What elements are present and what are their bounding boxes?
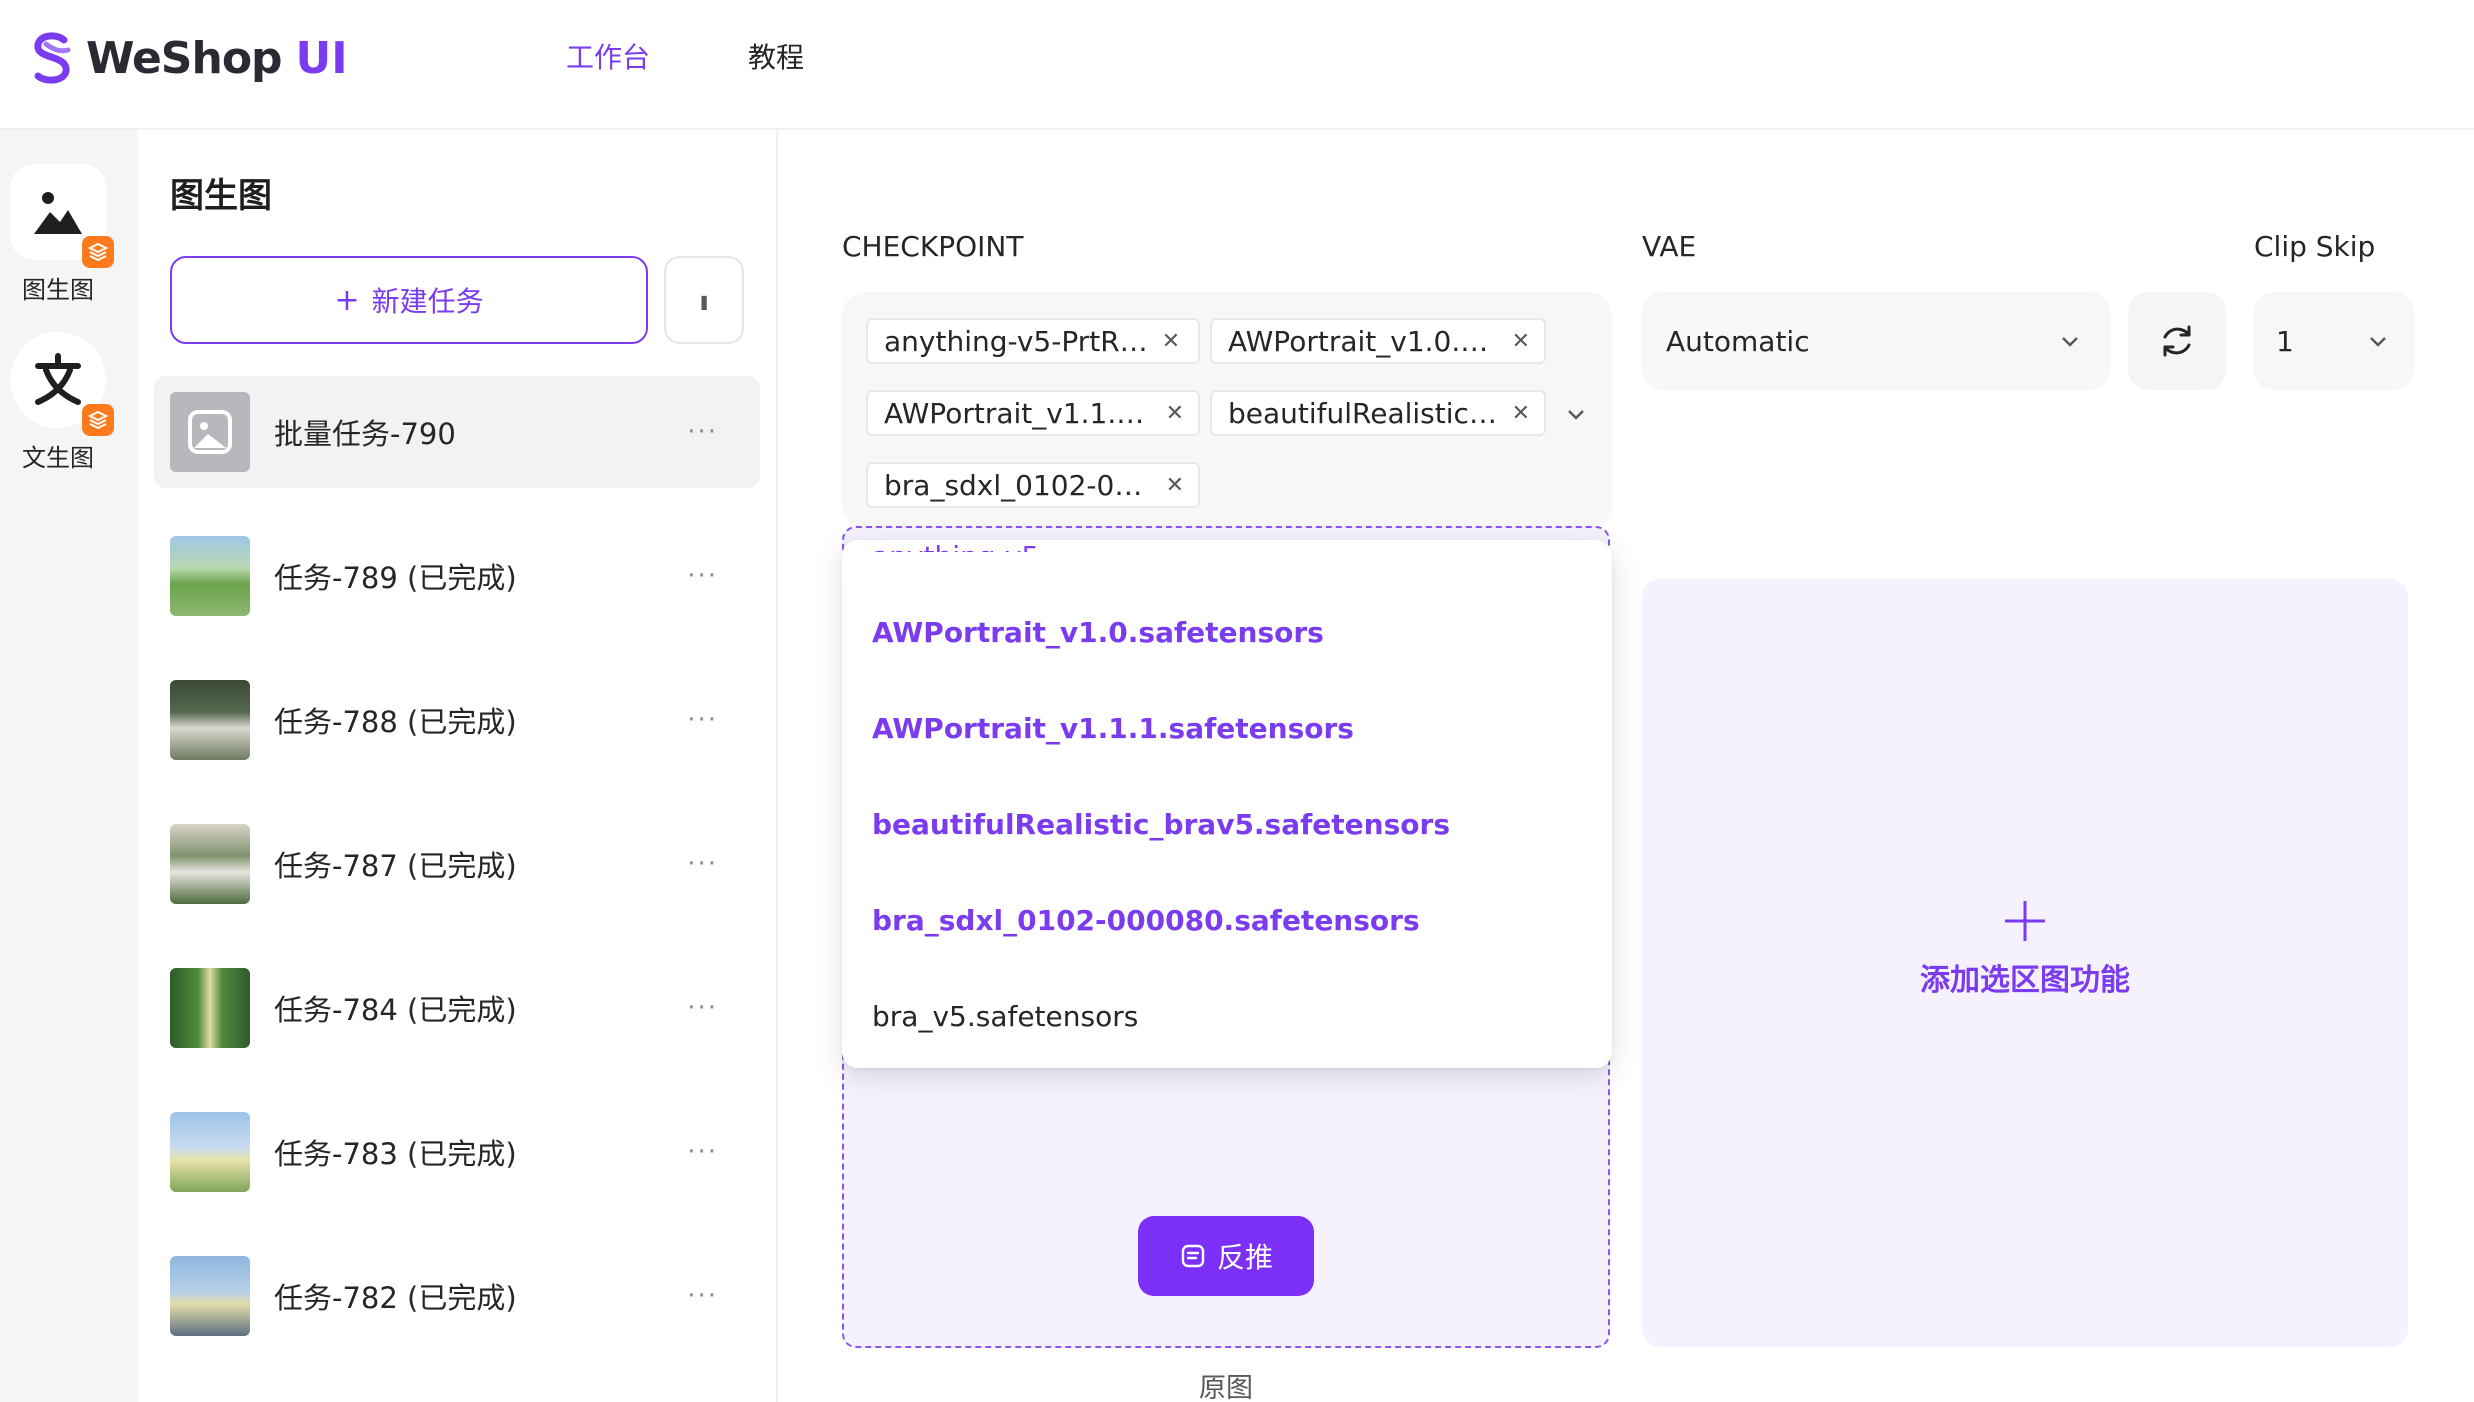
- chevron-down-icon[interactable]: [1564, 402, 1588, 426]
- text-icon: [35, 353, 81, 405]
- main-area: CHECKPOINT VAE Clip Skip anything-v5-Prt…: [780, 130, 2474, 1402]
- document-icon: [1181, 1244, 1205, 1268]
- task-row[interactable]: 任务-784 (已完成) ···: [154, 952, 760, 1064]
- tag-remove-icon[interactable]: ✕: [1512, 401, 1530, 426]
- task-thumbnail: [170, 536, 250, 616]
- plus-icon: [2005, 901, 2045, 941]
- dropdown-option[interactable]: AWPortrait_v1.1.1.safetensors: [872, 680, 1354, 776]
- checkpoint-tag: beautifulRealistic_… ✕: [1210, 390, 1546, 436]
- rail-icon-box: [10, 164, 114, 268]
- task-thumbnail: [170, 1256, 250, 1336]
- task-thumbnail-placeholder-icon: [170, 392, 250, 472]
- chevron-down-icon: [2370, 337, 2386, 347]
- tag-label: bra_sdxl_0102-00…: [884, 468, 1152, 502]
- vertical-dots-icon: ···: [687, 293, 721, 307]
- rail-label-img2img: 图生图: [22, 276, 94, 304]
- brand-suffix: UI: [295, 32, 348, 84]
- task-name: 任务-784 (已完成): [274, 993, 517, 1027]
- checkpoint-tag: AWPortrait_v1.0.sa… ✕: [1210, 318, 1546, 364]
- vae-label: VAE: [1642, 230, 1697, 263]
- tag-remove-icon[interactable]: ✕: [1162, 329, 1180, 354]
- original-image-caption: 原图: [1199, 1373, 1253, 1402]
- task-row[interactable]: 批量任务-790 ···: [154, 376, 760, 488]
- tag-remove-icon[interactable]: ✕: [1166, 401, 1184, 426]
- badge-icon: [82, 404, 114, 436]
- tag-label: AWPortrait_v1.1.1.s…: [884, 396, 1152, 430]
- checkpoint-select[interactable]: anything-v5-PrtR… ✕ AWPortrait_v1.0.sa… …: [842, 292, 1612, 528]
- vae-value: Automatic: [1666, 324, 1810, 358]
- new-task-button[interactable]: + 新建任务: [170, 256, 648, 344]
- badge-icon: [82, 236, 114, 268]
- task-name: 任务-787 (已完成): [274, 849, 517, 883]
- dropdown-option[interactable]: AWPortrait_v1.0.safetensors: [872, 584, 1324, 680]
- left-rail: 图生图 文生图: [0, 130, 138, 1402]
- image-icon: [34, 192, 82, 234]
- dropdown-option[interactable]: bra_sdxl_0102-000080.safetensors: [872, 872, 1420, 968]
- tag-remove-icon[interactable]: ✕: [1166, 473, 1184, 498]
- task-thumbnail: [170, 1112, 250, 1192]
- rail-item-txt2img[interactable]: 文生图: [10, 332, 114, 473]
- checkpoint-tag: AWPortrait_v1.1.1.s… ✕: [866, 390, 1200, 436]
- rail-label-txt2img: 文生图: [22, 444, 94, 472]
- weshop-logo-icon: [34, 32, 71, 84]
- rail-icon-box: [10, 332, 114, 436]
- rail-item-img2img[interactable]: 图生图: [10, 164, 114, 305]
- task-more-icon[interactable]: ···: [687, 993, 718, 1023]
- task-row[interactable]: 任务-787 (已完成) ···: [154, 808, 760, 920]
- tag-label: anything-v5-PrtR…: [884, 324, 1148, 358]
- new-task-label: 新建任务: [371, 285, 484, 318]
- dropdown-option[interactable]: beautifulRealistic_brav5.safetensors: [872, 776, 1450, 872]
- checkpoint-dropdown-menu: anything-v5 AWPortrait_v1.0.safetensors …: [842, 540, 1612, 1068]
- clip-skip-label: Clip Skip: [2254, 230, 2376, 263]
- checkpoint-tag: anything-v5-PrtR… ✕: [866, 318, 1200, 364]
- task-more-icon[interactable]: ···: [687, 1281, 718, 1311]
- dropdown-option[interactable]: bra_v5.safetensors: [872, 968, 1138, 1064]
- task-row[interactable]: 任务-788 (已完成) ···: [154, 664, 760, 776]
- nav-tutorial[interactable]: 教程: [748, 0, 804, 112]
- refresh-button[interactable]: [2128, 292, 2226, 390]
- task-name: 任务-782 (已完成): [274, 1281, 517, 1315]
- invert-label: 反推: [1216, 1241, 1273, 1274]
- brand-logo[interactable]: WeShop UI: [24, 28, 348, 88]
- panel-title: 图生图: [170, 176, 272, 216]
- task-row[interactable]: 任务-789 (已完成) ···: [154, 520, 760, 632]
- clip-skip-select[interactable]: 1: [2254, 292, 2414, 390]
- clip-skip-value: 1: [2276, 324, 2294, 358]
- task-more-icon[interactable]: ···: [687, 561, 718, 591]
- top-bar: WeShop UI 工作台 教程: [0, 0, 2474, 130]
- task-name: 批量任务-790: [274, 417, 456, 451]
- dropdown-scrolled-item[interactable]: anything-v5: [872, 540, 1039, 552]
- task-name: 任务-783 (已完成): [274, 1137, 517, 1171]
- checkpoint-tag: bra_sdxl_0102-00… ✕: [866, 462, 1200, 508]
- chevron-down-icon: [2062, 337, 2078, 347]
- tag-label: AWPortrait_v1.0.sa…: [1228, 324, 1498, 358]
- task-name: 任务-788 (已完成): [274, 705, 517, 739]
- checkpoint-label: CHECKPOINT: [842, 230, 1024, 263]
- task-more-icon[interactable]: ···: [687, 1137, 718, 1167]
- tag-label: beautifulRealistic_…: [1228, 396, 1498, 430]
- task-panel: 图生图 + 新建任务 ··· 批量任务-790 ··· 任务-789 (已完成)…: [138, 130, 778, 1402]
- plus-icon: +: [334, 282, 360, 318]
- task-name: 任务-789 (已完成): [274, 561, 517, 595]
- more-options-button[interactable]: ···: [664, 256, 744, 344]
- task-row[interactable]: 任务-782 (已完成) ···: [154, 1240, 760, 1352]
- tag-remove-icon[interactable]: ✕: [1512, 329, 1530, 354]
- brand-name: WeShop: [86, 32, 283, 84]
- add-selection-content: 添加选区图功能: [1642, 899, 2408, 999]
- task-thumbnail: [170, 680, 250, 760]
- nav-workbench[interactable]: 工作台: [566, 0, 650, 112]
- task-more-icon[interactable]: ···: [687, 849, 718, 879]
- task-thumbnail: [170, 968, 250, 1048]
- add-selection-label: 添加选区图功能: [1920, 963, 2130, 998]
- add-selection-area[interactable]: 添加选区图功能: [1642, 579, 2408, 1347]
- refresh-icon: [2163, 325, 2191, 357]
- task-more-icon[interactable]: ···: [687, 705, 718, 735]
- invert-prompt-button[interactable]: 反推: [1138, 1216, 1314, 1296]
- vae-select[interactable]: Automatic: [1642, 292, 2110, 390]
- task-thumbnail: [170, 824, 250, 904]
- task-more-icon[interactable]: ···: [687, 417, 718, 447]
- task-row[interactable]: 任务-783 (已完成) ···: [154, 1096, 760, 1208]
